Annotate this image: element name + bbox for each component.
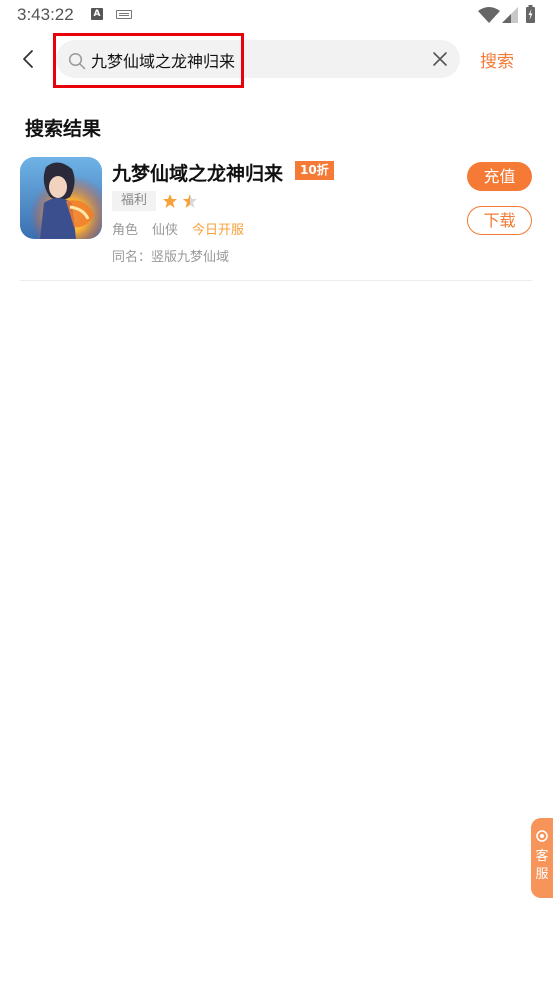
search-submit-button[interactable]: 搜索 [480, 47, 514, 72]
game-alias: 同名：竖版九梦仙域 [112, 250, 230, 265]
customer-service-tab[interactable]: 客 服 [531, 818, 553, 898]
list-divider [20, 280, 532, 281]
recharge-button[interactable]: 充值 [467, 162, 532, 191]
category-tag: 仙侠 [152, 223, 179, 238]
download-button[interactable]: 下载 [467, 206, 532, 235]
signal-icon [502, 7, 518, 23]
customer-service-label: 客 服 [535, 849, 549, 882]
search-query-highlight [53, 33, 244, 88]
back-chevron-icon[interactable] [18, 47, 40, 71]
game-app-icon[interactable] [20, 157, 102, 239]
wifi-icon [478, 7, 500, 23]
rating-stars [163, 194, 197, 208]
server-open-tag: 今日开服 [192, 223, 245, 238]
star-half-icon [183, 194, 197, 208]
star-full-icon [163, 194, 177, 208]
status-bar: 3:43:22 A [0, 0, 553, 30]
clear-search-icon[interactable] [432, 51, 448, 67]
discount-badge: 10折 [295, 161, 334, 180]
chat-bubble-icon [536, 830, 548, 842]
notification-a-icon: A [91, 8, 103, 20]
status-time: 3:43:22 [17, 5, 74, 24]
welfare-tag: 福利 [112, 191, 156, 211]
game-title[interactable]: 九梦仙域之龙神归来 [112, 159, 283, 186]
category-tag: 角色 [112, 223, 139, 238]
keyboard-icon [116, 10, 132, 19]
results-section-title: 搜索结果 [25, 118, 102, 140]
battery-charging-icon [526, 5, 535, 23]
